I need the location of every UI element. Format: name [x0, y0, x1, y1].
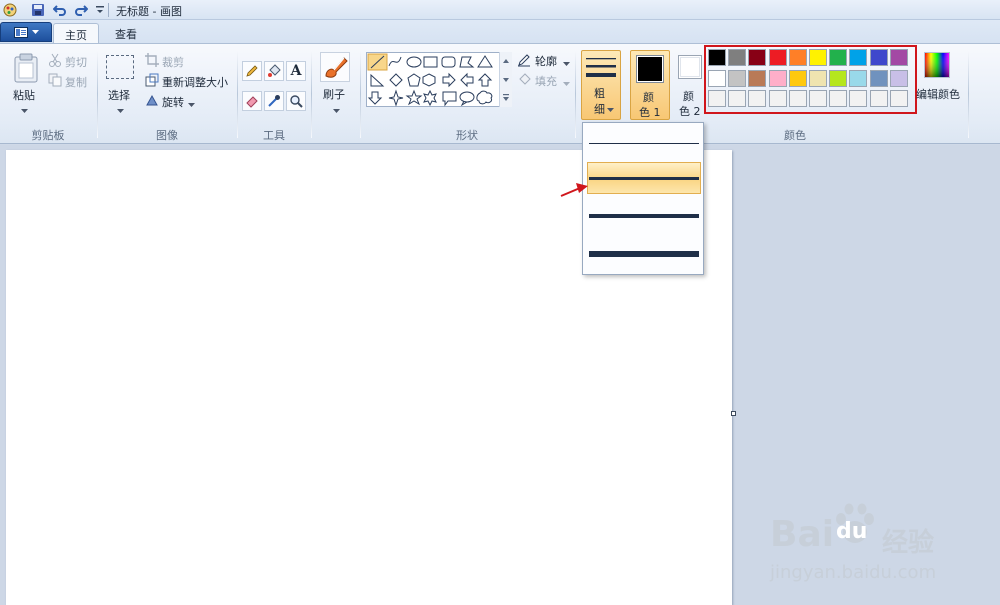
color2-label-line2: 色 2: [679, 105, 701, 118]
size-label-line2: 细: [594, 103, 605, 116]
magnifier-icon: [290, 95, 303, 108]
watermark-brand-du: du: [836, 519, 868, 544]
outline-button[interactable]: 轮廓: [535, 53, 557, 69]
chevron-down-icon: [31, 29, 39, 34]
color-picker-tool[interactable]: [264, 91, 284, 111]
eyedropper-icon: [268, 95, 280, 107]
size-option-8px[interactable]: [587, 238, 701, 270]
cut-button[interactable]: 剪切: [65, 54, 87, 70]
size-dropdown-menu: [582, 122, 704, 275]
fill-dropdown-icon: [563, 77, 570, 90]
save-icon[interactable]: [30, 2, 46, 18]
red-arrow-pointer-icon: [560, 183, 588, 197]
watermark-jingyan: 经验: [882, 528, 935, 558]
line-size-icon: [586, 58, 616, 77]
rotate-icon: [145, 93, 159, 107]
size-label-line1: 粗: [594, 87, 605, 100]
group-separator: [360, 50, 361, 138]
paste-dropdown-icon[interactable]: [21, 104, 28, 117]
crop-icon: [145, 53, 159, 67]
size-line-preview: [589, 176, 699, 180]
rotate-button[interactable]: 旋转: [162, 94, 184, 110]
color1-button[interactable]: 颜 色 1: [630, 50, 670, 120]
tools-group-label: 工具: [263, 129, 285, 142]
tab-view[interactable]: 查看: [103, 23, 149, 44]
watermark-url: jingyan.baidu.com: [770, 562, 937, 583]
copy-icon: [48, 73, 62, 87]
eraser-icon: [246, 96, 258, 108]
fill-icon: [517, 73, 531, 87]
size-option-5px[interactable]: [587, 200, 701, 232]
shapes-icons[interactable]: [367, 53, 501, 107]
baidu-jingyan-watermark: Bai du 经验 jingyan.baidu.com: [770, 500, 990, 590]
resize-button[interactable]: 重新调整大小: [162, 74, 228, 90]
chevron-down-icon: [607, 108, 614, 112]
size-option-3px[interactable]: [587, 162, 701, 194]
outline-dropdown-icon[interactable]: [563, 57, 570, 70]
rotate-dropdown-icon[interactable]: [188, 98, 195, 111]
size-line-preview: [589, 251, 699, 257]
tab-row: [0, 20, 1000, 44]
edit-colors-icon[interactable]: [924, 52, 950, 78]
shapes-gallery-scrollbar[interactable]: [499, 52, 512, 107]
color2-swatch-frame: [678, 55, 702, 79]
fill-tool[interactable]: [264, 61, 284, 81]
size-line-preview: [589, 214, 699, 218]
scissors-icon: [48, 53, 62, 67]
text-a-icon: A: [290, 63, 302, 79]
magnifier-tool[interactable]: [286, 91, 306, 111]
outline-icon: [517, 53, 531, 67]
color1-swatch: [638, 57, 662, 81]
tab-home[interactable]: 主页: [53, 23, 99, 44]
brush-icon[interactable]: [320, 52, 350, 82]
group-separator: [575, 50, 576, 138]
eraser-tool[interactable]: [242, 91, 262, 111]
color2-swatch: [680, 57, 700, 77]
color1-label-line1: 颜: [643, 91, 654, 104]
color1-label-line2: 色 1: [639, 106, 661, 119]
group-separator: [311, 50, 312, 138]
color2-label-line1: 颜: [683, 90, 694, 103]
pencil-tool[interactable]: [242, 61, 262, 81]
edit-colors-label[interactable]: 编辑颜色: [916, 86, 960, 102]
brushes-dropdown-icon[interactable]: [333, 104, 340, 117]
group-separator: [97, 50, 98, 138]
select-label[interactable]: 选择: [108, 87, 130, 103]
file-menu-button[interactable]: [0, 22, 52, 42]
color1-swatch-frame: [636, 55, 664, 83]
text-tool[interactable]: A: [286, 61, 306, 81]
undo-icon[interactable]: [52, 2, 68, 18]
shapes-gallery: [366, 52, 512, 107]
title-separator: [108, 3, 109, 17]
paste-label[interactable]: 粘贴: [13, 87, 35, 103]
resize-icon: [145, 73, 159, 87]
watermark-brand: Bai: [770, 514, 835, 555]
fill-button[interactable]: 填充: [535, 73, 557, 89]
select-icon[interactable]: [106, 55, 134, 79]
group-separator: [968, 50, 969, 138]
paint-app-icon[interactable]: [2, 2, 18, 18]
menu-icon: [13, 26, 28, 38]
size-button[interactable]: 粗 细: [581, 50, 621, 120]
paste-icon[interactable]: [12, 52, 40, 84]
group-separator: [237, 50, 238, 138]
redo-icon[interactable]: [73, 2, 89, 18]
window-title: 无标题 - 画图: [116, 5, 182, 18]
brushes-label[interactable]: 刷子: [323, 86, 345, 102]
paint-bucket-icon: [268, 64, 281, 77]
size-line-preview: [589, 142, 699, 144]
crop-button[interactable]: 裁剪: [162, 54, 184, 70]
palette-highlight-box: [704, 45, 917, 114]
image-group-label: 图像: [156, 129, 178, 142]
shapes-group-label: 形状: [456, 129, 478, 142]
size-option-1px[interactable]: [587, 127, 701, 159]
pencil-icon: [246, 65, 258, 77]
canvas-resize-handle[interactable]: [731, 411, 736, 416]
customize-quick-access-icon[interactable]: [92, 2, 108, 18]
clipboard-group-label: 剪贴板: [31, 129, 65, 142]
select-dropdown-icon[interactable]: [117, 104, 124, 117]
copy-button[interactable]: 复制: [65, 74, 87, 90]
